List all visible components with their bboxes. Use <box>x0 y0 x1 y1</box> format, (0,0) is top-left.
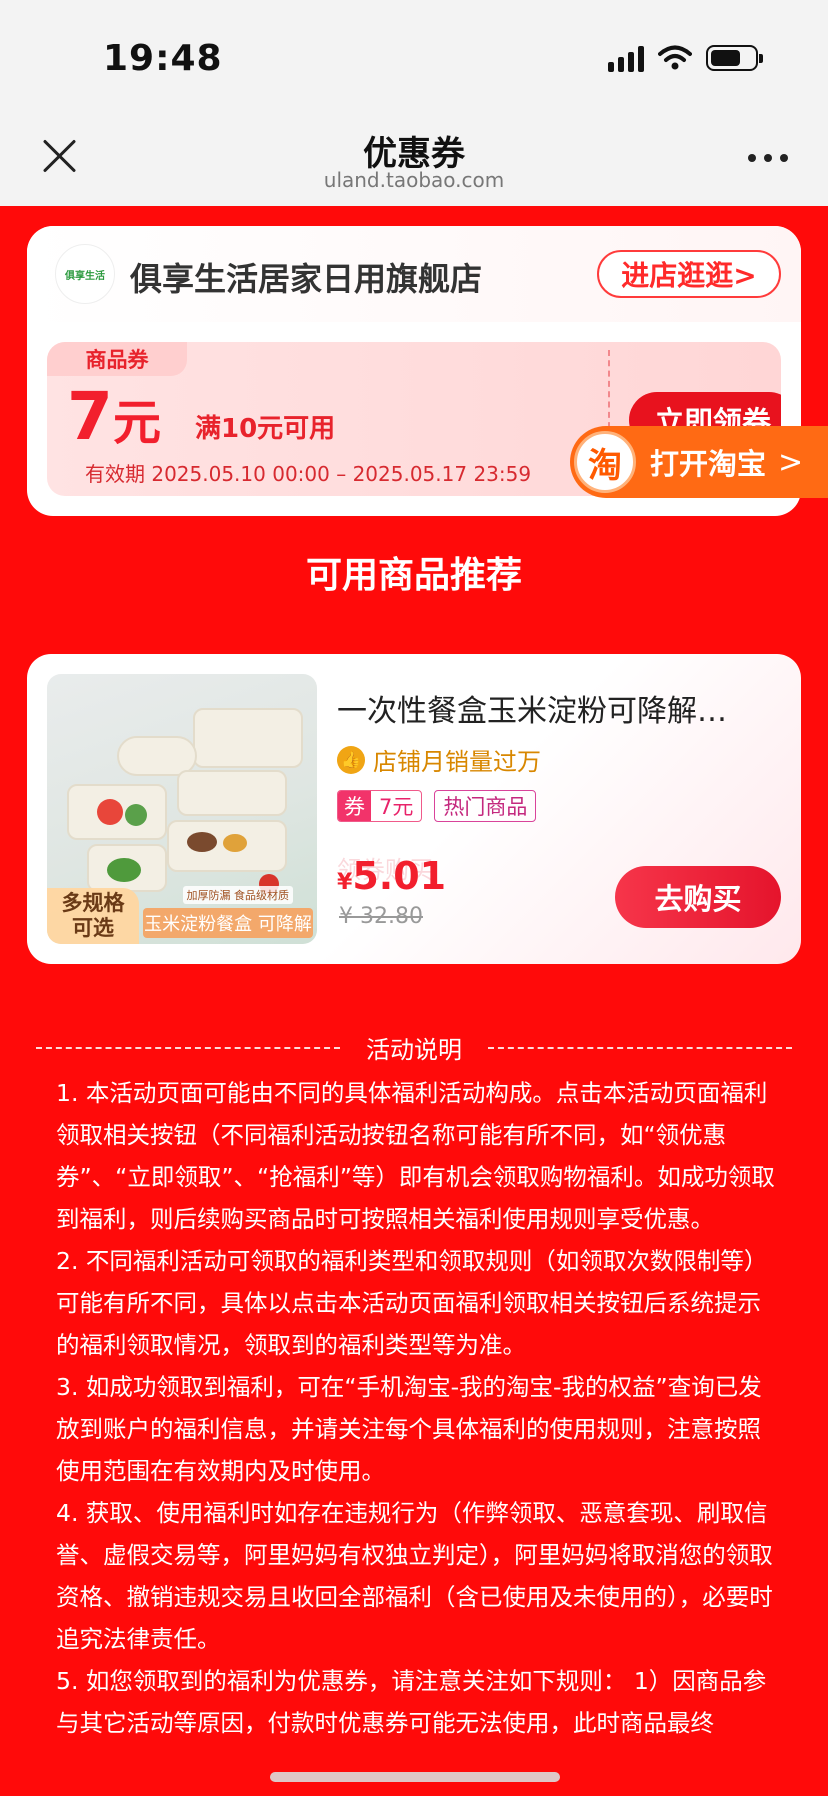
coupon-validity: 有效期 2025.05.10 00:00 – 2025.05.17 23:59 <box>85 462 532 486</box>
signal-icon <box>608 44 644 72</box>
product-image[interactable]: 加厚防漏 食品级材质 多规格 可选 玉米淀粉餐盒 可降解 <box>47 674 317 944</box>
product-tags: 券 7元 热门商品 <box>337 790 537 822</box>
coupon-amount: 7元 <box>67 378 161 455</box>
buy-button[interactable]: 去购买 <box>615 866 781 928</box>
product-image-caption: 玉米淀粉餐盒 可降解 <box>143 908 313 938</box>
wifi-icon <box>658 45 692 70</box>
product-title[interactable]: 一次性餐盒玉米淀粉可降解… <box>337 686 777 730</box>
current-price-value: 5.01 <box>352 854 447 898</box>
store-logo: 俱享生活 <box>55 244 115 304</box>
browser-header: 19:48 优惠券 uland.taobao.com <box>0 0 828 206</box>
rules-text: 1. 本活动页面可能由不同的具体福利活动构成。点击本活动页面福利领取相关按钮（不… <box>56 1072 776 1744</box>
rule-item: 3. 如成功领取到福利，可在“手机淘宝-我的淘宝-我的权益”查询已发放到账户的福… <box>56 1373 762 1485</box>
product-sales-text: 店铺月销量过万 <box>373 748 541 776</box>
coupon-amount-unit: 元 <box>112 395 161 451</box>
multi-spec-badge: 多规格 可选 <box>47 888 139 944</box>
rule-item: 1. 本活动页面可能由不同的具体福利活动构成。点击本活动页面福利领取相关按钮（不… <box>56 1079 775 1233</box>
open-taobao-label: 打开淘宝 <box>650 447 767 481</box>
rules-header: 活动说明 <box>36 1030 792 1065</box>
rules-divider-right <box>488 1046 792 1049</box>
original-price: ¥ 32.80 <box>339 904 423 929</box>
visit-store-button[interactable]: 进店逛逛> <box>597 250 781 298</box>
multi-spec-line1: 多规格 <box>61 891 125 915</box>
coupon-condition: 满10元可用 <box>195 414 336 444</box>
battery-icon <box>706 45 763 71</box>
page-url: uland.taobao.com <box>323 168 505 192</box>
coupon-amount-value: 7 <box>67 378 113 455</box>
coupon-tag: 券 7元 <box>337 790 423 822</box>
rules-divider-left <box>36 1046 340 1049</box>
section-title: 可用商品推荐 <box>305 555 522 596</box>
open-taobao-button[interactable]: 淘 打开淘宝 > <box>570 426 828 498</box>
home-indicator[interactable] <box>270 1772 560 1782</box>
multi-spec-line2: 可选 <box>72 916 114 940</box>
thumbs-up-icon: 👍 <box>337 745 365 774</box>
product-sales: 👍 店铺月销量过万 <box>337 742 541 777</box>
status-icons <box>608 44 763 72</box>
current-price: ¥5.01 <box>337 854 446 898</box>
product-card[interactable]: 加厚防漏 食品级材质 多规格 可选 玉米淀粉餐盒 可降解 一次性餐盒玉米淀粉可降… <box>27 654 801 964</box>
currency-symbol: ¥ <box>337 870 353 895</box>
taobao-logo-icon: 淘 <box>574 431 636 493</box>
more-icon[interactable] <box>748 154 788 162</box>
chevron-right-icon: > <box>778 444 804 480</box>
coupon-type-tag: 商品券 <box>47 342 187 376</box>
store-name: 俱享生活居家日用旗舰店 <box>130 260 483 298</box>
hot-product-tag: 热门商品 <box>434 790 537 822</box>
coupon-tag-prefix: 券 <box>338 791 371 821</box>
store-row: 俱享生活 俱享生活居家日用旗舰店 进店逛逛> <box>27 226 801 322</box>
status-time: 19:48 <box>103 38 223 79</box>
rule-item: 5. 如您领取到的福利为优惠券，请注意关注如下规则： 1）因商品参与其它活动等原… <box>56 1667 767 1737</box>
coupon-tag-value: 7元 <box>379 795 414 819</box>
rules-title: 活动说明 <box>366 1036 462 1064</box>
rule-item: 2. 不同福利活动可领取的福利类型和领取规则（如领取次数限制等）可能有所不同，具… <box>56 1247 768 1359</box>
rule-item: 4. 获取、使用福利时如存在违规行为（作弊领取、恶意套现、刷取信誉、虚假交易等，… <box>56 1499 773 1653</box>
product-image-note: 加厚防漏 食品级材质 <box>182 886 293 904</box>
